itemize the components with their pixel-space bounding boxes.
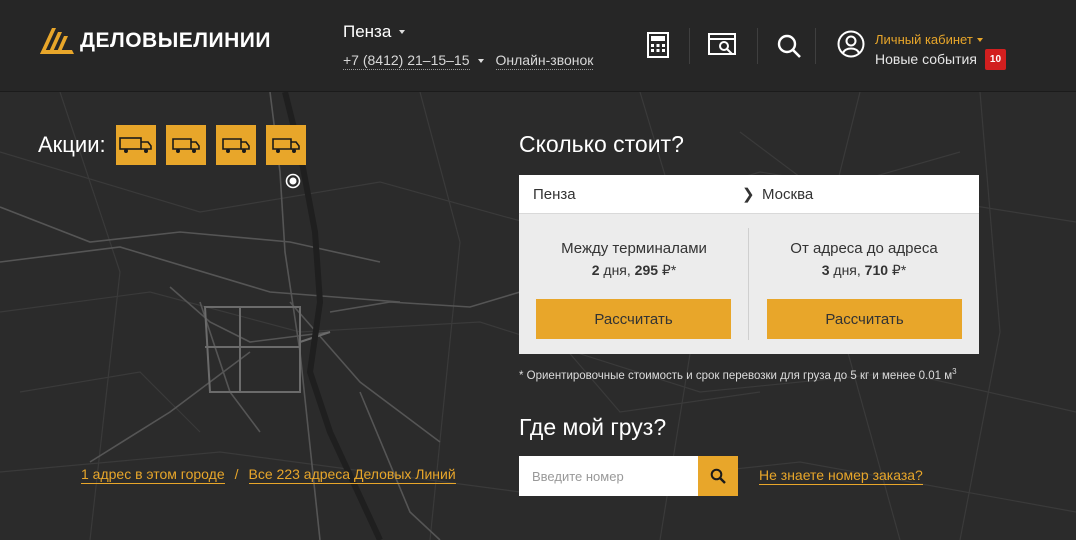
option-days: 2 [591, 262, 600, 278]
chevron-down-icon [399, 30, 406, 34]
contact-block: Пенза +7 (8412) 21–15–15 Онлайн-звонок [343, 22, 594, 70]
option-currency: ₽* [891, 262, 907, 278]
search-icon [710, 468, 726, 484]
option-terminal: Между терминалами 2 дня, 295 ₽* Рассчита… [519, 214, 749, 354]
account-link[interactable]: Личный кабинет [875, 30, 1006, 49]
promo-label: Акции: [38, 132, 106, 157]
user-icon[interactable] [837, 30, 865, 58]
online-call-link[interactable]: Онлайн-звонок [495, 52, 594, 70]
address-links: 1 адрес в этом городе / Все 223 адреса Д… [81, 466, 456, 484]
header-divider [815, 28, 816, 64]
option-title: Между терминалами [561, 240, 707, 257]
chevron-right-icon: ❯ [742, 186, 755, 203]
account-text: Личный кабинет Новые события 10 [875, 30, 1007, 70]
events-count-badge: 10 [984, 49, 1007, 70]
promo-van-button[interactable] [215, 125, 256, 165]
route-from[interactable]: Пенза [533, 186, 576, 203]
route-to[interactable]: Москва [762, 186, 813, 203]
calculator-footnote: * Ориентировочные стоимость и срок перев… [519, 367, 957, 382]
van-icon [271, 138, 300, 153]
option-days: 3 [821, 262, 830, 278]
route-selector[interactable]: Пенза ❯ Москва [519, 175, 979, 214]
van-icon [171, 138, 200, 153]
truck-icon [118, 137, 152, 153]
search-icon[interactable] [776, 33, 802, 59]
option-title: От адреса до адреса [790, 240, 938, 257]
option-info: 2 дня, 295 ₽* [519, 262, 749, 279]
van-icon [221, 138, 250, 153]
events-label: Новые события [875, 51, 977, 67]
order-number-help-link[interactable]: Не знаете номер заказа? [759, 467, 923, 485]
track-search-button[interactable] [698, 456, 738, 496]
header-divider [757, 28, 758, 64]
account-title: Личный кабинет [875, 32, 973, 47]
logo-mark-icon [40, 28, 74, 54]
account-menu: Личный кабинет Новые события 10 [837, 30, 1007, 70]
option-price: 710 [864, 262, 889, 278]
promo-truck-button[interactable] [115, 125, 156, 165]
header-divider [689, 28, 690, 64]
calculate-button[interactable]: Рассчитать [536, 299, 731, 339]
events-link[interactable]: Новые события 10 [875, 49, 1007, 70]
option-days-unit: дня, [603, 262, 631, 278]
chevron-down-icon[interactable] [477, 59, 484, 63]
map-marker-icon[interactable] [285, 173, 301, 189]
phone-number[interactable]: +7 (8412) 21–15–15 [343, 52, 470, 70]
city-addresses-link[interactable]: 1 адрес в этом городе [81, 466, 225, 484]
promo-van-button[interactable] [265, 125, 306, 165]
logo[interactable]: ДЕЛОВЫЕЛИНИИ [38, 26, 271, 56]
calculator-panel: Пенза ❯ Москва Между терминалами 2 дня, … [519, 175, 979, 354]
chevron-down-icon [976, 37, 983, 42]
promo-van-button[interactable] [165, 125, 206, 165]
option-info: 3 дня, 710 ₽* [749, 262, 979, 279]
option-days-unit: дня, [833, 262, 861, 278]
footnote-sup: 3 [952, 367, 957, 376]
site-header: ДЕЛОВЫЕЛИНИИ Пенза +7 (8412) 21–15–15 Он… [0, 0, 1076, 92]
tracking-title: Где мой груз? [519, 414, 667, 440]
calculator-title: Сколько стоит? [519, 131, 684, 157]
document-search-icon[interactable] [708, 32, 738, 58]
city-name: Пенза [343, 22, 392, 41]
footnote-text: * Ориентировочные стоимость и срок перев… [519, 369, 953, 382]
promo-bar: Акции: [38, 125, 306, 165]
option-price: 295 [634, 262, 659, 278]
all-addresses-link[interactable]: Все 223 адреса Деловых Линий [248, 466, 456, 484]
option-door-to-door: От адреса до адреса 3 дня, 710 ₽* Рассчи… [749, 214, 979, 354]
order-number-input[interactable] [519, 456, 698, 496]
separator: / [234, 466, 239, 482]
city-selector[interactable]: Пенза [343, 22, 593, 42]
phone-row: +7 (8412) 21–15–15 Онлайн-звонок [343, 52, 594, 70]
logo-text: ДЕЛОВЫЕЛИНИИ [80, 29, 271, 52]
calculator-icon[interactable] [645, 32, 671, 58]
calculate-button[interactable]: Рассчитать [767, 299, 962, 339]
option-currency: ₽* [661, 262, 677, 278]
